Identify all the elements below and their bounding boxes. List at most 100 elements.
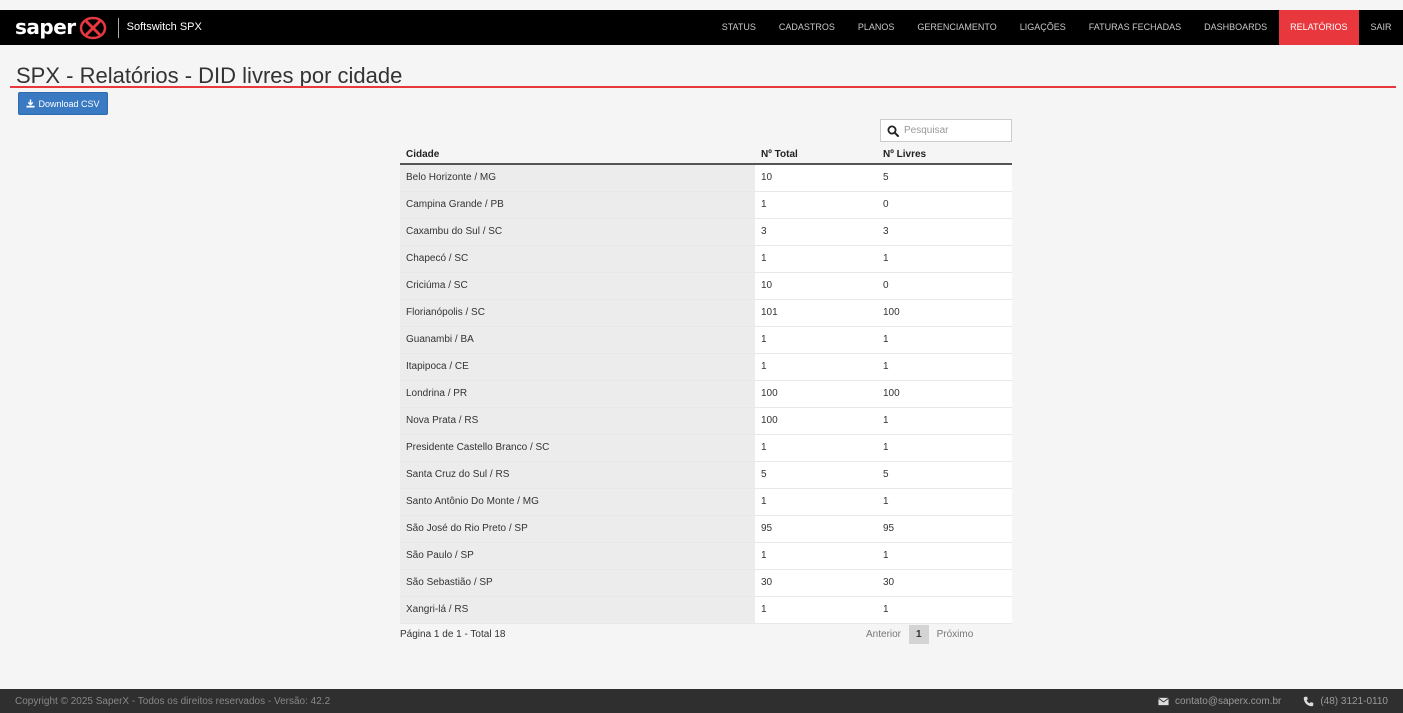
- brand[interactable]: saper Softswitch SPX: [0, 10, 202, 45]
- cell-total: 95: [755, 515, 877, 543]
- cell-total: 101: [755, 299, 877, 327]
- cell-livres: 1: [877, 407, 1012, 435]
- cell-cidade: Chapecó / SC: [400, 245, 755, 273]
- cell-total: 1: [755, 596, 877, 624]
- cell-total: 100: [755, 380, 877, 408]
- table-row: Guanambi / BA 1 1: [400, 326, 1012, 354]
- cell-livres: 100: [877, 299, 1012, 327]
- brand-separator: [117, 17, 119, 38]
- cell-cidade: Londrina / PR: [400, 380, 755, 408]
- column-header-total[interactable]: Nº Total: [755, 144, 877, 165]
- table-row: São Sebastião / SP 30 30: [400, 569, 1012, 597]
- x-circle-logo-icon: [79, 16, 106, 39]
- footer-phone[interactable]: (48) 3121-0110: [1320, 696, 1388, 707]
- cell-cidade: Guanambi / BA: [400, 326, 755, 354]
- table-row: Nova Prata / RS 100 1: [400, 407, 1012, 435]
- cell-cidade: São José do Rio Preto / SP: [400, 515, 755, 543]
- footer-contacts: contato@saperx.com.br (48) 3121-0110: [1158, 696, 1388, 707]
- table-row: Xangri-lá / RS 1 1: [400, 596, 1012, 624]
- envelope-icon: [1158, 697, 1169, 705]
- top-navbar: saper Softswitch SPX STATUS CADASTROS PLAN…: [0, 10, 1403, 45]
- cell-cidade: São Sebastião / SP: [400, 569, 755, 597]
- nav-item-status[interactable]: STATUS: [710, 10, 767, 45]
- table-row: Presidente Castello Branco / SC 1 1: [400, 434, 1012, 462]
- cell-total: 1: [755, 542, 877, 570]
- cell-livres: 1: [877, 326, 1012, 354]
- nav-item-gerenciamento[interactable]: GERENCIAMENTO: [906, 10, 1008, 45]
- cell-cidade: Itapipoca / CE: [400, 353, 755, 381]
- cell-livres: 1: [877, 596, 1012, 624]
- pagination-next[interactable]: Próximo: [929, 625, 982, 644]
- download-csv-button[interactable]: Download CSV: [18, 92, 108, 115]
- download-icon: [26, 99, 36, 108]
- pagination: Anterior 1 Próximo: [858, 625, 981, 644]
- cell-cidade: Belo Horizonte / MG: [400, 164, 755, 192]
- search-icon: [887, 125, 899, 137]
- cell-total: 1: [755, 191, 877, 219]
- table-header-row: Cidade Nº Total Nº Livres: [400, 144, 1012, 165]
- cell-total: 1: [755, 488, 877, 516]
- nav-item-relatorios[interactable]: RELATÓRIOS: [1278, 10, 1359, 45]
- table-row: São José do Rio Preto / SP 95 95: [400, 515, 1012, 543]
- cell-total: 3: [755, 218, 877, 246]
- cell-total: 1: [755, 434, 877, 462]
- cell-livres: 1: [877, 245, 1012, 273]
- cell-livres: 1: [877, 353, 1012, 381]
- cell-total: 30: [755, 569, 877, 597]
- table-row: Caxambu do Sul / SC 3 3: [400, 218, 1012, 246]
- pagination-page-current[interactable]: 1: [909, 625, 929, 644]
- table-body: Belo Horizonte / MG 10 5 Campina Grande / P…: [400, 164, 1012, 624]
- nav-menu: STATUS CADASTROS PLANOS GERENCIAMENTO LIGAÇÕ…: [710, 10, 1403, 45]
- cell-total: 10: [755, 272, 877, 300]
- cell-cidade: Santo Antônio Do Monte / MG: [400, 488, 755, 516]
- table-row: Itapipoca / CE 1 1: [400, 353, 1012, 381]
- cell-total: 1: [755, 326, 877, 354]
- column-header-cidade[interactable]: Cidade: [400, 144, 755, 165]
- nav-item-faturas-fechadas[interactable]: FATURAS FECHADAS: [1077, 10, 1192, 45]
- search-box[interactable]: [880, 119, 1012, 142]
- table-row: Campina Grande / PB 1 0: [400, 191, 1012, 219]
- nav-item-cadastros[interactable]: CADASTROS: [767, 10, 846, 45]
- cell-cidade: Presidente Castello Branco / SC: [400, 434, 755, 462]
- cell-livres: 95: [877, 515, 1012, 543]
- cell-livres: 0: [877, 272, 1012, 300]
- cell-total: 10: [755, 164, 877, 192]
- cell-total: 5: [755, 461, 877, 489]
- logo-text: saper: [15, 15, 76, 39]
- cell-livres: 1: [877, 542, 1012, 570]
- table-row: Chapecó / SC 1 1: [400, 245, 1012, 273]
- table-row: Criciúma / SC 10 0: [400, 272, 1012, 300]
- cell-total: 1: [755, 245, 877, 273]
- table-row: Santo Antônio Do Monte / MG 1 1: [400, 488, 1012, 516]
- search-input[interactable]: [904, 125, 1004, 136]
- nav-item-dashboards[interactable]: DASHBOARDS: [1193, 10, 1279, 45]
- cell-livres: 5: [877, 461, 1012, 489]
- nav-item-ligacoes[interactable]: LIGAÇÕES: [1008, 10, 1077, 45]
- cell-total: 100: [755, 407, 877, 435]
- cell-livres: 3: [877, 218, 1012, 246]
- title-divider: [10, 86, 1396, 88]
- pagination-previous[interactable]: Anterior: [858, 625, 909, 644]
- brand-subtitle: Softswitch SPX: [126, 21, 202, 33]
- pagination-info: Página 1 de 1 - Total 18: [400, 629, 506, 640]
- column-header-livres[interactable]: Nº Livres: [877, 144, 1012, 165]
- table-row: Santa Cruz do Sul / RS 5 5: [400, 461, 1012, 489]
- footer-email[interactable]: contato@saperx.com.br: [1175, 696, 1281, 707]
- download-csv-label: Download CSV: [38, 98, 100, 109]
- cell-cidade: Santa Cruz do Sul / RS: [400, 461, 755, 489]
- cell-livres: 5: [877, 164, 1012, 192]
- nav-item-planos[interactable]: PLANOS: [846, 10, 906, 45]
- nav-item-sair[interactable]: SAIR: [1359, 10, 1403, 45]
- cell-livres: 1: [877, 434, 1012, 462]
- cell-livres: 1: [877, 488, 1012, 516]
- phone-icon: [1304, 696, 1314, 706]
- cell-livres: 30: [877, 569, 1012, 597]
- cities-table: Cidade Nº Total Nº Livres Belo Horizonte…: [400, 144, 1012, 624]
- cell-cidade: Florianópolis / SC: [400, 299, 755, 327]
- table-row: São Paulo / SP 1 1: [400, 542, 1012, 570]
- cell-cidade: Criciúma / SC: [400, 272, 755, 300]
- cell-livres: 0: [877, 191, 1012, 219]
- cell-cidade: Caxambu do Sul / SC: [400, 218, 755, 246]
- cell-livres: 100: [877, 380, 1012, 408]
- cell-total: 1: [755, 353, 877, 381]
